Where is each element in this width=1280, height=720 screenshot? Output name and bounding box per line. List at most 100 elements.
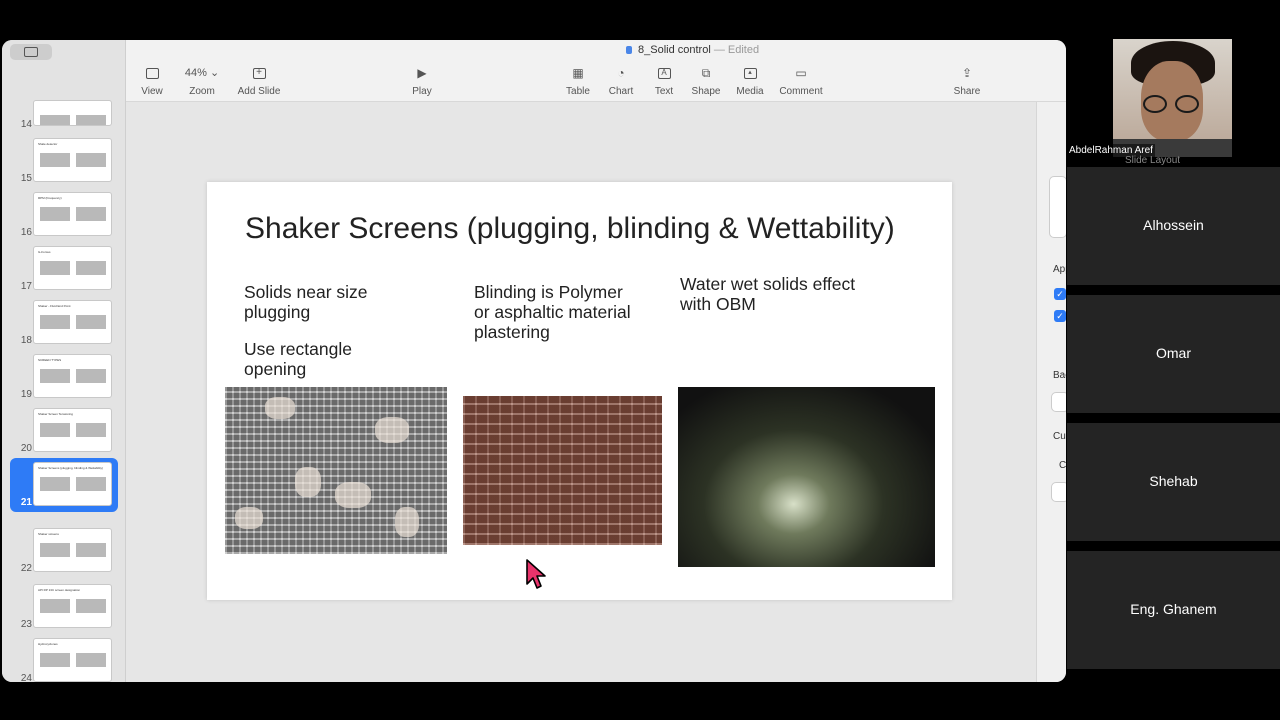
add-slide-label: Add Slide <box>237 86 281 97</box>
checkbox-2[interactable]: ✓ <box>1054 310 1066 322</box>
slide-preview-block <box>76 653 106 667</box>
shape-label: Shape <box>691 86 721 97</box>
slide-preview: G-Forces <box>33 246 112 290</box>
chart-icon: ◔ <box>617 66 625 80</box>
slide-title[interactable]: Shaker Screens (plugging, blinding & Wet… <box>245 212 895 246</box>
background-field[interactable] <box>1051 392 1066 412</box>
separator: — <box>713 44 725 56</box>
slide-preview-block <box>76 153 106 167</box>
view-button[interactable]: View <box>140 64 164 97</box>
slide-preview-block <box>76 315 106 329</box>
slide-navigator[interactable]: 14 15 Shale detector 16 RPM (Frequency) 17 G-F… <box>2 40 126 682</box>
plus-square-icon: + <box>252 68 266 80</box>
slide-preview-block <box>40 477 70 491</box>
slide-number: 23 <box>20 619 32 630</box>
text-line: opening <box>244 359 307 379</box>
slide-preview: RPM (Frequency) <box>33 192 112 236</box>
zoom-label: Zoom <box>189 86 215 97</box>
slide-preview-title: RPM (Frequency) <box>38 196 62 200</box>
view-label: View <box>141 86 163 97</box>
zoom-button[interactable]: 44% ⌄ Zoom <box>180 64 224 97</box>
text-button[interactable]: A Text <box>652 64 676 97</box>
text-label: Text <box>654 86 674 97</box>
screen: 14 15 Shale detector 16 RPM (Frequency) 17 G-F… <box>0 0 1280 720</box>
chart-button[interactable]: ◔ Chart <box>606 64 636 97</box>
media-button[interactable]: ▴ Media <box>734 64 766 97</box>
participant-tile[interactable]: Eng. Ghanem <box>1067 551 1280 669</box>
slide-layout-preview[interactable] <box>1049 176 1066 238</box>
slide-preview-title: Shale detector <box>38 142 58 146</box>
slide-preview-block <box>76 599 106 613</box>
table-icon: ▦ <box>572 66 584 80</box>
current-slide[interactable]: Shaker Screens (plugging, blinding & Wet… <box>207 182 952 600</box>
slide-preview: Shaker Screen Tensioning <box>33 408 112 452</box>
oil-wet-solids-photo[interactable] <box>678 387 935 567</box>
text-line: Blinding is Polymer <box>474 282 623 302</box>
chevron-down-icon: ⌄ <box>209 67 220 79</box>
text-col2[interactable]: Blinding is Polymer or asphaltic materia… <box>474 282 631 342</box>
play-button[interactable]: ▶ Play <box>408 64 436 97</box>
share-button[interactable]: ⇪ Share <box>952 64 982 97</box>
current-field[interactable] <box>1051 482 1066 502</box>
slide-preview: Shaker screens <box>33 528 112 572</box>
text-col3[interactable]: Water wet solids effect with OBM <box>680 274 855 314</box>
text-line: Solids near size <box>244 282 368 302</box>
play-label: Play <box>412 86 432 97</box>
comment-button[interactable]: ▭ Comment <box>778 64 824 97</box>
slide-preview-block <box>76 423 106 437</box>
text-line: with OBM <box>680 294 756 314</box>
slide-preview <box>33 100 112 126</box>
slide-number: 19 <box>20 389 32 400</box>
blinding-screen-photo[interactable] <box>463 396 662 545</box>
participant-name: Omar <box>1156 345 1191 361</box>
sidebar-toggle-button[interactable] <box>10 44 52 60</box>
slide-number: 24 <box>20 673 32 682</box>
text-line: or asphaltic material <box>474 302 631 322</box>
play-icon: ▶ <box>417 66 427 80</box>
inspector-panel: App ✓ ✓ Bac Cur Co <box>1036 102 1066 682</box>
slide-preview-title: Hydrocyclones <box>38 642 58 646</box>
comment-label: Comment <box>779 86 823 97</box>
document-name: 8_Solid control <box>638 44 711 56</box>
mouse-cursor-icon <box>526 559 546 589</box>
slide-preview-block <box>40 207 70 221</box>
slide-preview: Shaker Screens (plugging, blinding & Wet… <box>33 462 112 506</box>
current-value[interactable]: Co <box>1059 460 1066 471</box>
participant-tile[interactable]: Omar <box>1067 295 1280 413</box>
text-col1-b[interactable]: Use rectangle opening <box>244 339 352 379</box>
add-slide-button[interactable]: + Add Slide <box>234 64 284 97</box>
comment-icon: ▭ <box>795 66 807 80</box>
shape-button[interactable]: ⧉ Shape <box>690 64 722 97</box>
participant-name: Shehab <box>1149 473 1198 489</box>
slide-number: 18 <box>20 335 32 346</box>
shape-icon: ⧉ <box>701 66 711 80</box>
self-video-feed <box>1113 39 1232 157</box>
appearance-heading: App <box>1053 264 1066 275</box>
slide-preview-title: G-Forces <box>38 250 51 254</box>
slide-preview: Shaker - Fluid End Point <box>33 300 112 344</box>
slide-preview-title: API RP 13C screen designation <box>38 588 81 592</box>
photo-icon: ▴ <box>743 68 757 80</box>
zoom-value: 44% <box>184 67 207 79</box>
media-label: Media <box>736 86 764 97</box>
text-col1-a[interactable]: Solids near size plugging <box>244 282 368 322</box>
table-button[interactable]: ▦ Table <box>564 64 592 97</box>
slide-preview-title: Shaker screens <box>38 532 59 536</box>
slide-preview-block <box>76 207 106 221</box>
participant-tile[interactable]: Alhossein <box>1067 167 1280 285</box>
participant-tile[interactable]: Shehab <box>1067 423 1280 541</box>
slide-preview: Hydrocyclones <box>33 638 112 682</box>
slide-number: 20 <box>20 443 32 454</box>
slide-number: 21 <box>20 497 32 508</box>
slide-preview-title: Shaker Screen Tensioning <box>38 412 73 416</box>
checkbox-1[interactable]: ✓ <box>1054 288 1066 300</box>
participant-name: Eng. Ghanem <box>1130 601 1217 617</box>
slide-number: 22 <box>20 563 32 574</box>
text-line: Water wet solids effect <box>680 274 856 294</box>
slide-preview-block <box>76 543 106 557</box>
text-box-icon: A <box>657 68 671 80</box>
plugging-screen-photo[interactable] <box>225 387 447 554</box>
slide-preview-block <box>40 369 70 383</box>
slide-preview-block <box>40 261 70 275</box>
slide-canvas[interactable]: Shaker Screens (plugging, blinding & Wet… <box>126 102 1036 682</box>
